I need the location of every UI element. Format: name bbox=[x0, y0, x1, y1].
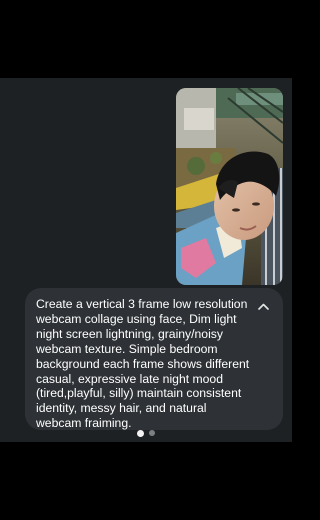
page-indicator bbox=[0, 429, 292, 437]
prompt-text: Create a vertical 3 frame low resolution… bbox=[36, 297, 250, 431]
chevron-up-icon[interactable] bbox=[255, 298, 271, 314]
photo-image bbox=[176, 88, 283, 285]
prompt-bubble[interactable]: Create a vertical 3 frame low resolution… bbox=[25, 288, 283, 430]
page-dot-active[interactable] bbox=[137, 429, 144, 437]
page-dot[interactable] bbox=[149, 430, 155, 436]
attached-photo[interactable] bbox=[176, 88, 283, 285]
